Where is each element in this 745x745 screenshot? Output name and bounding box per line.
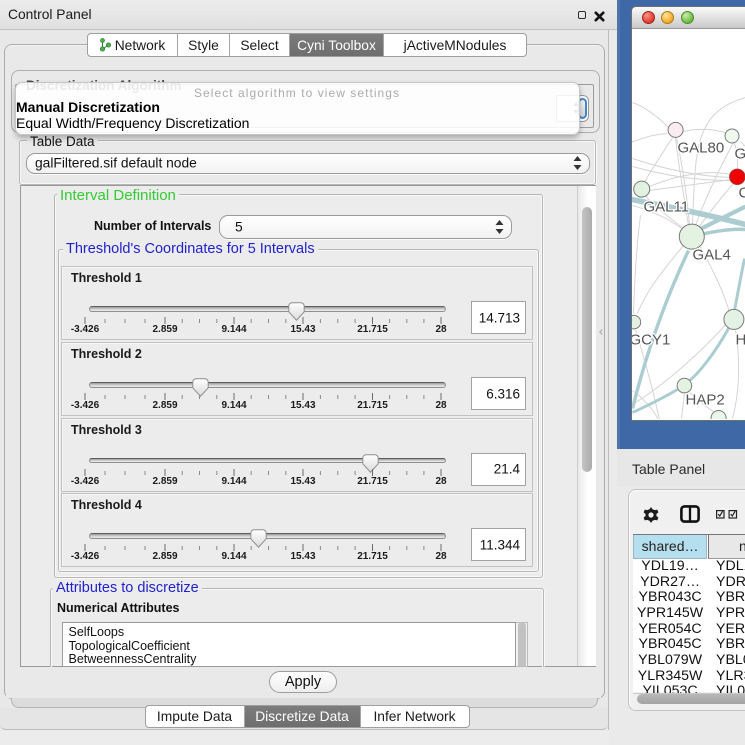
svg-text:H: H: [735, 331, 745, 348]
svg-text:HAP2: HAP2: [685, 391, 724, 408]
svg-text:GCY1: GCY1: [632, 331, 670, 348]
svg-text:GAL11: GAL11: [643, 198, 689, 215]
svg-text:C: C: [738, 184, 745, 201]
svg-text:GAL4: GAL4: [692, 246, 730, 263]
svg-text:GA: GA: [734, 145, 745, 162]
svg-text:GAL80: GAL80: [677, 139, 724, 156]
